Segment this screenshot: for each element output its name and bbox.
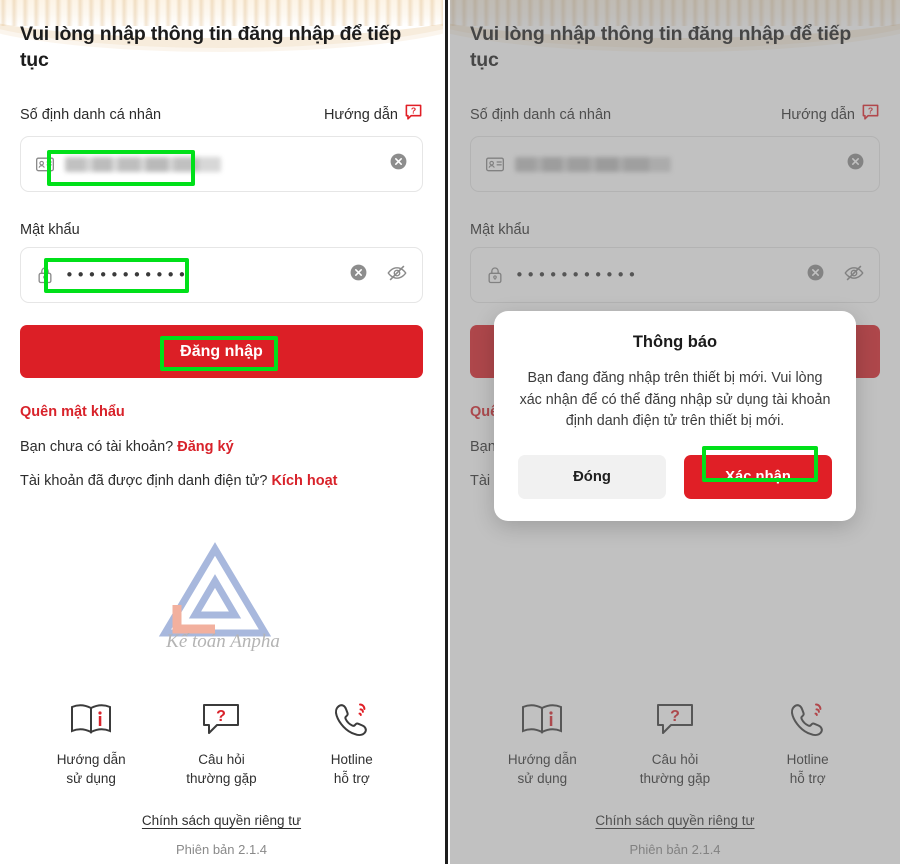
svg-text:?: ? [217, 708, 227, 725]
footer-item-label: Hướng dẫn sử dụng [56, 752, 126, 787]
svg-text:?: ? [411, 106, 416, 116]
clear-circle-icon[interactable] [349, 263, 368, 287]
dialog-actions: Đóng Xác nhận [518, 455, 832, 500]
footer-item-label: Câu hỏi thường gặp [186, 752, 257, 787]
id-field-header: Số định danh cá nhân Hướng dẫn ? [20, 103, 423, 127]
app-version: Phiên bản 2.1.4 [175, 841, 268, 857]
lock-icon [35, 265, 55, 285]
login-screen-step1: Vui lòng nhập thông tin đăng nhập để tiế… [0, 0, 443, 864]
eye-off-icon[interactable] [386, 262, 408, 289]
login-button-label: Đăng nhập [180, 342, 263, 360]
phone-ring-icon [330, 703, 374, 741]
screenshot-root: Vui lòng nhập thông tin đăng nhập để tiế… [0, 0, 900, 864]
password-field-header: Mật khẩu [20, 222, 423, 238]
dialog-title: Thông báo [632, 333, 718, 351]
question-bubble-icon: ? [404, 103, 423, 127]
anpha-logo-mark: Kế toán Anpha [158, 542, 280, 652]
forgot-password-link[interactable]: Quên mật khẩu [20, 403, 423, 421]
id-input-value[interactable] [65, 156, 379, 172]
register-link[interactable]: Đăng ký [177, 439, 233, 455]
activate-row: Tài khoản đã được định danh điện tử? Kíc… [20, 473, 423, 489]
page-title: Vui lòng nhập thông tin đăng nhập để tiế… [20, 23, 402, 71]
dialog-message: Bạn đang đăng nhập trên thiết bị mới. Vu… [519, 370, 831, 430]
clear-circle-icon[interactable] [389, 152, 408, 176]
activate-link[interactable]: Kích hoạt [271, 473, 337, 489]
close-button-label: Đóng [573, 469, 611, 486]
close-button[interactable]: Đóng [518, 455, 666, 500]
auth-links: Quên mật khẩu Bạn chưa có tài khoản? Đăn… [20, 403, 423, 489]
register-row: Bạn chưa có tài khoản? Đăng ký [20, 439, 423, 455]
forgot-password-label: Quên mật khẩu [20, 404, 125, 421]
svg-text:Kế toán Anpha: Kế toán Anpha [165, 631, 280, 652]
helper-guide-link[interactable]: Hướng dẫn ? [324, 103, 423, 127]
question-bubble-icon: ? [200, 704, 242, 741]
id-card-icon [35, 154, 55, 174]
brand-logo: Kế toán Anpha [20, 541, 423, 653]
id-field-label: Số định danh cá nhân [20, 107, 162, 124]
confirm-button[interactable]: Xác nhận [684, 455, 832, 500]
footer-item-faq[interactable]: ? Câu hỏi thường gặp [162, 701, 280, 788]
login-button[interactable]: Đăng nhập [20, 325, 423, 379]
new-device-confirm-dialog: Thông báo Bạn đang đăng nhập trên thiết … [494, 311, 856, 522]
password-field-label: Mật khẩu [20, 222, 80, 239]
password-masked-value: ••••••••••• [65, 266, 189, 285]
book-info-icon [68, 704, 114, 741]
confirm-button-label: Xác nhận [725, 469, 791, 486]
password-input-value[interactable]: ••••••••••• [65, 266, 339, 284]
modal-layer: Thông báo Bạn đang đăng nhập trên thiết … [450, 0, 900, 864]
footer-shortcuts: Hướng dẫn sử dụng ? Câu hỏi thường gặp H… [20, 701, 423, 788]
privacy-policy-link[interactable]: Chính sách quyền riêng tư [20, 813, 423, 828]
activated-text: Tài khoản đã được định danh điện tử? [20, 473, 268, 490]
footer-item-label: Hotline hỗ trợ [330, 752, 373, 787]
login-screen-step2: Vui lòng nhập thông tin đăng nhập để tiế… [450, 0, 900, 864]
no-account-text: Bạn chưa có tài khoản? [20, 439, 174, 456]
footer-item-hotline[interactable]: Hotline hỗ trợ [293, 701, 411, 788]
footer-item-guide[interactable]: Hướng dẫn sử dụng [32, 701, 150, 788]
password-input-field[interactable]: ••••••••••• [20, 247, 423, 304]
helper-guide-label: Hướng dẫn [323, 107, 398, 124]
panel-divider [443, 0, 450, 864]
id-input-field[interactable] [20, 136, 423, 193]
redacted-id-value [65, 156, 221, 172]
